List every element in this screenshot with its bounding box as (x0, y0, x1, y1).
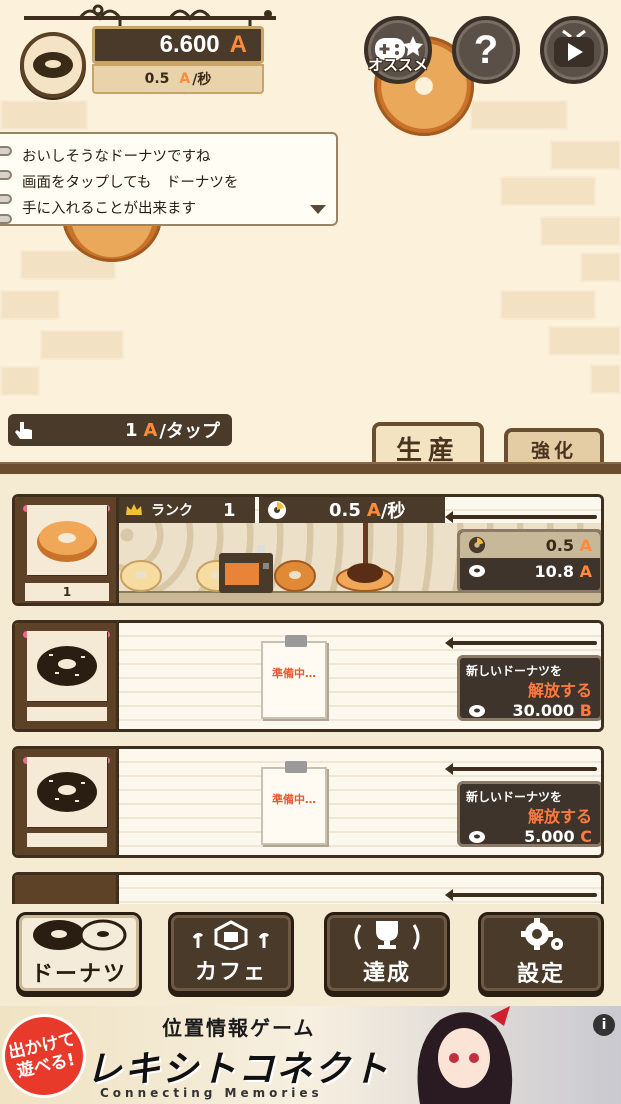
sign-cost-value: 10.8 (534, 561, 575, 581)
tap-value: 1 (124, 419, 138, 441)
unlock-cost: 5.000 (524, 827, 575, 846)
row-rate-unit: A (366, 499, 381, 521)
nav-donut-button[interactable]: ドーナツ (16, 912, 142, 994)
production-row-locked[interactable]: 準備中… 新しいドーナツを 解放する 5.000 C (12, 746, 604, 858)
nav-cafe-button[interactable]: カフェ (168, 912, 294, 994)
money-value: 6.600 (159, 31, 220, 58)
rate-per-second-display: 0.5 A /秒 (92, 64, 264, 94)
nav-settings-label: 設定 (516, 962, 565, 987)
glazing-stand-icon (336, 523, 394, 592)
binder-ring (0, 194, 12, 204)
rank-value: 1 (223, 499, 236, 521)
next-arrow-icon (310, 205, 326, 214)
production-row-locked[interactable]: 準備中… 新しいドーナツを 解放する 30.000 B (12, 620, 604, 732)
gear-icon (521, 918, 563, 950)
nav-achievement-button[interactable]: 達成 (324, 912, 450, 994)
tutorial-message-bubble[interactable]: おいしそうなドーナツですね 画面をタップしても ドーナツを 手に入れることが出来… (0, 132, 338, 226)
preparing-text: 準備中… (272, 667, 316, 680)
trophy-icon (354, 921, 420, 950)
tv-play-icon (554, 29, 594, 67)
preparing-note: 準備中… (261, 761, 327, 845)
tap-unit: A (143, 419, 158, 441)
binder-ring (0, 146, 12, 156)
ad-badge: 出かけて遊べる! (0, 1006, 94, 1104)
ad-subtitle: Connecting Memories (100, 1086, 323, 1100)
binder-ring (0, 170, 12, 180)
video-play-button[interactable] (540, 16, 608, 84)
donut-icon (469, 704, 485, 717)
donut-clock-icon (468, 536, 486, 554)
unlock-cost: 30.000 (512, 701, 575, 720)
donut-icon (469, 830, 485, 843)
row-rate-display: 0.5 A /秒 (259, 497, 445, 523)
unlock-sign[interactable]: 新しいドーナツを 解放する 5.000 C (457, 781, 601, 847)
bottom-navigation: ドーナツ カフェ 達成 設定 (0, 904, 621, 1006)
cafe-icon (192, 920, 270, 950)
donut-icon (469, 565, 485, 577)
recommend-label: オススメ (367, 56, 428, 74)
production-row-donut-1[interactable]: 1 ランク 1 0.5 A /秒 0.5 A 10.8 A (12, 494, 604, 606)
locked-donut-silhouette (27, 631, 107, 701)
fryer-machine-icon (219, 545, 273, 593)
donut-on-belt (120, 560, 162, 592)
unlock-line2: 解放する (527, 681, 592, 700)
ad-title: レキシトコネクト (86, 1049, 391, 1090)
ad-top-line: 位置情報ゲーム (162, 1016, 316, 1040)
tab-upgrade[interactable]: 強化 (504, 428, 604, 466)
donut-currency-icon (20, 32, 86, 98)
row-rate-suffix: /秒 (380, 501, 406, 522)
nav-cafe-label: カフェ (194, 960, 267, 985)
unlock-sign[interactable]: 新しいドーナツを 解放する 30.000 B (457, 655, 601, 721)
question-icon: ? (473, 27, 499, 72)
donut-frame (15, 875, 119, 904)
crown-icon (126, 504, 142, 515)
tutorial-line: 手に入れることが出来ます (22, 201, 196, 217)
plain-donut-picture (27, 505, 107, 575)
unlock-cost-unit: B (579, 701, 592, 720)
sign-rate-value: 0.5 (545, 535, 575, 555)
production-list[interactable]: 1 ランク 1 0.5 A /秒 0.5 A 10.8 A 準備中… 新しいドー… (0, 474, 621, 904)
donut-frame (15, 749, 119, 855)
per-tap-display: 1 A /タップ (8, 414, 232, 446)
rank-label: ランク (151, 503, 193, 519)
donut-frame (15, 623, 119, 729)
rate-unit: A (179, 71, 191, 87)
nav-donut-label: ドーナツ (30, 962, 127, 987)
nav-achievement-label: 達成 (362, 961, 411, 986)
donut-clock-icon (268, 501, 286, 519)
tutorial-line: おいしそうなドーナツですね (22, 149, 211, 165)
shelf-divider (0, 462, 621, 474)
upgrade-cost-sign[interactable]: 0.5 A 10.8 A (457, 529, 601, 593)
rate-value: 0.5 (144, 71, 170, 87)
preparing-note: 準備中… (261, 635, 327, 719)
help-button[interactable]: ? (452, 16, 520, 84)
tap-hand-icon (15, 422, 32, 439)
ad-info-icon[interactable]: i (593, 1014, 615, 1036)
production-row-locked[interactable] (12, 872, 604, 904)
unlock-line1: 新しいドーナツを (466, 790, 563, 804)
fried-donut-on-belt (274, 560, 316, 592)
ad-banner[interactable]: 出かけて遊べる! 位置情報ゲーム レキシトコネクト Connecting Mem… (0, 1006, 621, 1104)
tap-suffix: /タップ (159, 421, 220, 442)
unlock-line1: 新しいドーナツを (466, 664, 563, 678)
rank-display: ランク 1 (119, 497, 255, 523)
rate-suffix: /秒 (192, 72, 212, 88)
sign-rate-unit: A (579, 535, 592, 555)
money-unit: A (229, 31, 247, 58)
row-rate-value: 0.5 (329, 499, 361, 521)
owned-count: 1 (25, 583, 109, 601)
preparing-text: 準備中… (272, 793, 316, 806)
ad-character-illustration (417, 1006, 513, 1104)
donut-frame[interactable]: 1 (15, 497, 119, 603)
locked-donut-silhouette (27, 757, 107, 827)
unlock-line2: 解放する (527, 807, 592, 826)
tutorial-line: 画面をタップしても ドーナツを (22, 175, 239, 191)
sign-cost-unit: A (579, 561, 592, 581)
donuts-icon (33, 919, 127, 951)
binder-ring (0, 214, 12, 224)
money-display: 6.600 A (92, 26, 264, 64)
unlock-cost-unit: C (580, 827, 592, 846)
nav-settings-button[interactable]: 設定 (478, 912, 604, 994)
